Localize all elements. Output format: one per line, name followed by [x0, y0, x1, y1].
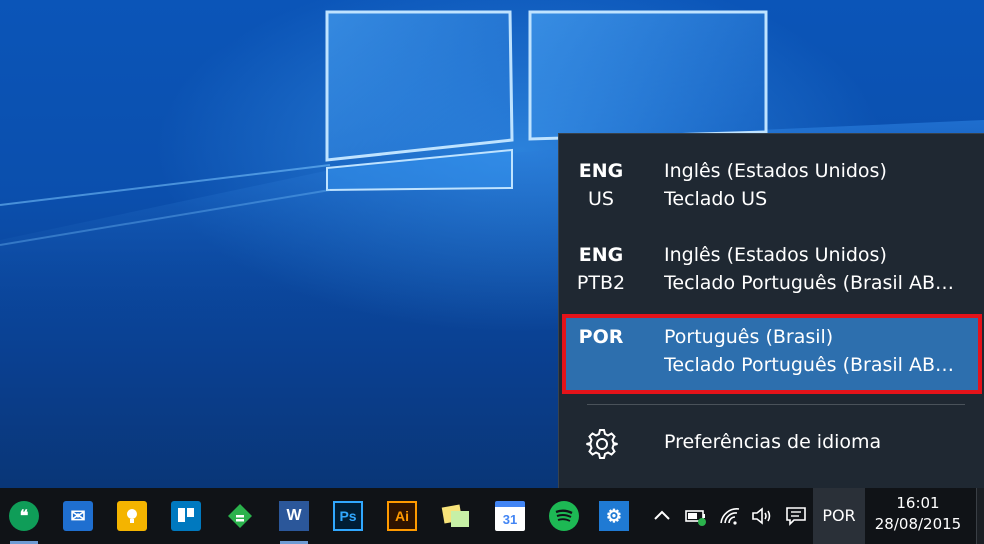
- taskbar-app-feedly[interactable]: [220, 496, 260, 536]
- taskbar-clock[interactable]: 16:01 28/08/2015: [868, 493, 968, 535]
- gear-icon: [586, 429, 618, 459]
- taskbar-app-spotify[interactable]: [544, 496, 584, 536]
- volume-icon[interactable]: [750, 504, 774, 528]
- keyboard-name: Teclado Português (Brasil AB…: [664, 354, 955, 376]
- keyboard-name: Teclado US: [664, 188, 768, 210]
- language-description: Inglês (Estados Unidos) Teclado Portuguê…: [664, 241, 964, 297]
- taskbar-app-mail[interactable]: ✉: [58, 496, 98, 536]
- word-icon: W: [279, 501, 309, 531]
- clock-date: 28/08/2015: [874, 515, 962, 533]
- calendar-icon: 31: [495, 501, 525, 531]
- taskbar-app-hangouts[interactable]: ❝: [4, 496, 44, 544]
- action-center-icon[interactable]: [784, 504, 808, 528]
- hangouts-icon: ❝: [9, 501, 39, 531]
- language-code: ENG: [578, 160, 624, 182]
- taskbar-app-settings[interactable]: ⚙: [594, 496, 634, 536]
- preferences-label: Preferências de idioma: [664, 431, 882, 453]
- taskbar-app-photoshop[interactable]: Ps: [328, 496, 368, 536]
- keyboard-name: Teclado Português (Brasil AB…: [664, 272, 955, 294]
- language-description: Português (Brasil) Teclado Português (Br…: [664, 323, 964, 379]
- illustrator-icon: Ai: [387, 501, 417, 531]
- taskbar-app-sticky-notes[interactable]: [436, 496, 476, 536]
- language-option-eng-ptb2[interactable]: ENG PTB2 Inglês (Estados Unidos) Teclado…: [559, 231, 984, 313]
- trello-icon: [171, 501, 201, 531]
- taskbar: ❝ ✉ W Ps Ai 31 ⚙ POR 16:01 28/08/2015: [0, 488, 984, 544]
- language-code: POR: [578, 326, 624, 348]
- input-language-indicator[interactable]: POR: [813, 488, 865, 544]
- taskbar-app-calendar[interactable]: 31: [490, 496, 530, 536]
- wifi-icon[interactable]: [718, 504, 742, 528]
- clock-time: 16:01: [896, 494, 940, 512]
- photoshop-icon: Ps: [333, 501, 363, 531]
- language-preferences-link[interactable]: Preferências de idioma: [559, 419, 984, 469]
- language-subcode: US: [588, 188, 614, 210]
- settings-icon: ⚙: [599, 501, 629, 531]
- flyout-divider: [587, 404, 965, 405]
- taskbar-app-word[interactable]: W: [274, 496, 314, 544]
- keep-icon: [117, 501, 147, 531]
- input-language-flyout: ENG US Inglês (Estados Unidos) Teclado U…: [558, 133, 984, 488]
- show-desktop-button[interactable]: [976, 488, 984, 544]
- language-code-block: ENG US: [559, 157, 643, 213]
- spotify-icon: [549, 501, 579, 531]
- taskbar-app-keep[interactable]: [112, 496, 152, 536]
- battery-icon[interactable]: [684, 504, 708, 528]
- language-option-por-selected[interactable]: POR Português (Brasil) Teclado Português…: [565, 317, 979, 393]
- taskbar-app-illustrator[interactable]: Ai: [382, 496, 422, 536]
- language-description: Inglês (Estados Unidos) Teclado US: [664, 157, 964, 213]
- language-name: Inglês (Estados Unidos): [664, 244, 887, 266]
- language-code-block: ENG PTB2: [559, 241, 643, 297]
- language-subcode: PTB2: [576, 272, 626, 294]
- language-code: ENG: [578, 244, 624, 266]
- language-code-block: POR: [559, 323, 643, 351]
- language-option-eng-us[interactable]: ENG US Inglês (Estados Unidos) Teclado U…: [559, 147, 984, 229]
- mail-icon: ✉: [63, 501, 93, 531]
- taskbar-app-trello[interactable]: [166, 496, 206, 536]
- chevron-up-icon[interactable]: [650, 504, 674, 528]
- sticky-notes-icon: [441, 501, 471, 531]
- language-name: Inglês (Estados Unidos): [664, 160, 887, 182]
- feedly-icon: [225, 501, 255, 531]
- language-name: Português (Brasil): [664, 326, 834, 348]
